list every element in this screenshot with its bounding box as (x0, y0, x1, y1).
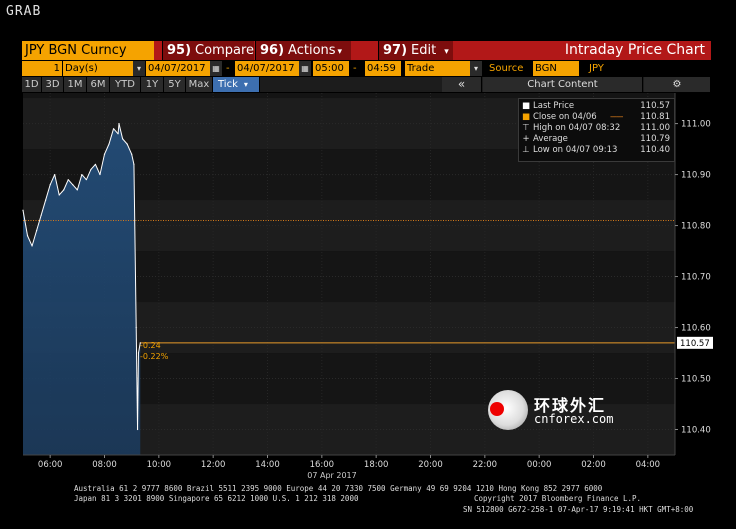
footer-copyright: Copyright 2017 Bloomberg Finance L.P. (474, 494, 642, 503)
legend-average-label: Average (533, 134, 568, 144)
x-tick-label: 06:00 (38, 460, 63, 470)
y-axis: 111.00 110.90 110.80 110.70 110.60 110.50 110.… (674, 93, 713, 455)
legend-high-label: High on 04/07 08:32 (533, 123, 621, 133)
y-tick-label: 110.90 (681, 171, 711, 181)
orange-square-icon: ■ (522, 112, 531, 122)
x-tick-label: 22:00 (473, 460, 498, 470)
price-point (72, 184, 74, 186)
legend-low-label: Low on 04/07 09:13 (533, 145, 618, 155)
footer-contacts-line1: Australia 61 2 9777 8600 Brazil 5511 239… (74, 484, 603, 493)
date-axis-label: 07 Apr 2017 (307, 471, 356, 480)
legend-average-value: 110.79 (640, 134, 670, 144)
price-point (49, 184, 51, 186)
price-point (108, 143, 110, 145)
x-tick-label: 12:00 (201, 460, 226, 470)
footer-session-info: SN 512800 G672-258-1 07-Apr-17 9:19:41 H… (463, 505, 694, 514)
y-tick-label: 110.60 (681, 324, 711, 334)
legend-close: ■ Close on 04/06 ------ 110.81 (522, 112, 670, 123)
price-chart[interactable]: 111.00 110.90 110.80 110.70 110.60 110.50 110.… (0, 0, 736, 529)
price-point (40, 214, 42, 216)
x-tick-label: 18:00 (364, 460, 389, 470)
price-point (81, 173, 83, 176)
price-point (67, 179, 69, 181)
price-point (26, 235, 29, 237)
y-tick-label: 111.00 (681, 120, 711, 130)
price-point (135, 326, 137, 329)
watermark: 环球外汇 cnforex.com (488, 390, 628, 430)
price-point (90, 168, 92, 171)
legend-close-value: 110.81 (640, 112, 670, 122)
x-tick-label: 08:00 (92, 460, 117, 470)
legend-last-price: ■ Last Price 110.57 (522, 101, 670, 112)
price-point (136, 428, 139, 431)
legend-last-price-value: 110.57 (640, 101, 670, 111)
price-point (103, 153, 106, 155)
x-tick-label: 00:00 (527, 460, 552, 470)
x-axis: 06:00 08:00 10:00 12:00 14:00 16:00 18:00 20:00… (23, 454, 675, 470)
y-tick-label: 110.50 (681, 375, 711, 385)
price-point (118, 122, 120, 125)
legend-low: ⊥ Low on 04/07 09:13 110.40 (522, 145, 670, 156)
price-point (31, 245, 33, 247)
x-tick-label: 10:00 (147, 460, 172, 470)
price-point (99, 173, 101, 176)
x-tick-label: 20:00 (418, 460, 443, 470)
price-point (85, 179, 87, 181)
x-tick-label: 04:00 (636, 460, 661, 470)
price-point (137, 352, 140, 354)
price-point (117, 133, 119, 135)
average-marker-icon: + (522, 134, 530, 144)
high-marker-icon: ⊤ (522, 123, 530, 133)
change-absolute-label: -0.24 (140, 341, 161, 350)
price-point (133, 163, 135, 165)
last-price-tag-label: 110.57 (680, 339, 710, 349)
price-point (63, 189, 65, 191)
chart-legend[interactable]: ■ Last Price 110.57 ■ Close on 04/06 -----… (518, 98, 675, 162)
price-point (76, 189, 78, 191)
legend-high: ⊤ High on 04/07 08:32 111.00 (522, 123, 670, 134)
price-point (94, 163, 97, 165)
y-tick-label: 110.70 (681, 273, 711, 283)
y-tick-label: 110.80 (681, 222, 711, 232)
white-square-icon: ■ (522, 101, 531, 111)
low-marker-icon: ⊥ (522, 145, 530, 155)
footer-contacts-line2: Japan 81 3 3201 8900 Singapore 65 6212 1… (74, 494, 359, 503)
price-point (58, 194, 60, 196)
logo-red-dot (490, 402, 504, 416)
price-point (35, 230, 38, 232)
legend-last-price-label: Last Price (533, 101, 575, 111)
price-point (122, 138, 124, 140)
legend-high-value: 111.00 (640, 123, 670, 133)
price-point (112, 128, 115, 130)
legend-average: + Average 110.79 (522, 134, 670, 145)
price-point (131, 153, 133, 155)
dashed-line-icon: ------ (610, 112, 623, 122)
price-point (45, 199, 47, 201)
x-tick-label: 02:00 (581, 460, 606, 470)
price-point (126, 143, 128, 145)
change-percent-label: -0.22% (140, 352, 169, 361)
watermark-domain-text: cnforex.com (534, 412, 614, 426)
y-tick-label: 110.40 (681, 426, 711, 436)
price-point (54, 173, 56, 176)
price-point (22, 209, 24, 211)
legend-close-label: Close on 04/06 (533, 112, 597, 122)
x-tick-label: 16:00 (310, 460, 335, 470)
legend-low-value: 110.40 (640, 145, 670, 155)
x-tick-label: 14:00 (255, 460, 280, 470)
